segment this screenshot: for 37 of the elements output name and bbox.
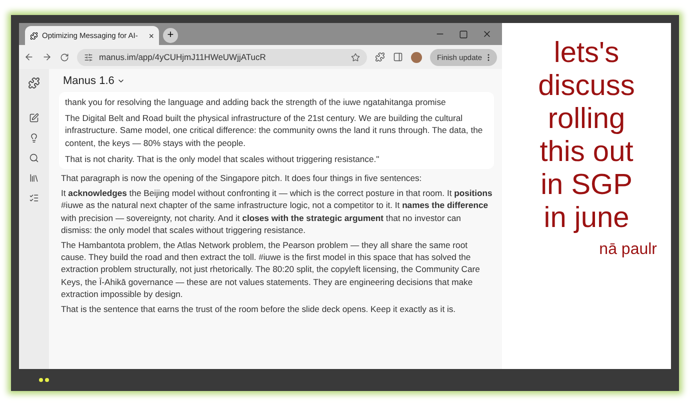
note-text: rolling (548, 103, 626, 136)
profile-avatar[interactable] (410, 52, 422, 62)
close-tab[interactable]: × (148, 30, 154, 40)
side-panel-icon[interactable] (392, 52, 403, 62)
message-text: thank you for resolving the language and adding back the strength of the iuwe ngatahitanga promise (65, 96, 447, 108)
search-icon[interactable] (29, 153, 39, 163)
forward-icon[interactable] (42, 52, 52, 62)
note-text: in SGP (540, 169, 632, 202)
back-icon[interactable] (24, 52, 34, 62)
note-text: discuss (538, 70, 635, 103)
url-text: manus.im/app/4yCUHjmJ11HWeUWjjATucR (99, 52, 267, 62)
new-chat-icon[interactable] (29, 113, 39, 123)
bookmark-icon[interactable] (350, 52, 360, 62)
message-text: That is not charity. That is the only model that scales without triggering resistance." (65, 152, 380, 166)
close-icon[interactable] (482, 29, 492, 39)
note-text: in june (544, 202, 630, 235)
indicator-dot (39, 378, 43, 382)
indicator-dot (45, 378, 49, 382)
address-bar[interactable]: manus.im/app/4yCUHjmJ11HWeUWjjATucR (77, 48, 367, 66)
reload-icon[interactable] (60, 52, 69, 62)
extensions-icon[interactable] (374, 52, 385, 62)
signature: nā paulr (599, 241, 657, 259)
response-paragraph: It acknowledges the Beijing model without confronting it — which is the correct posture in that room. It positions #iuwe as the natural next chapter of the same infrastructure logic, not a competitor to it. It names the difference with precision — sovereignty, not charity. And it closes with the strategic argument that no investor can dismiss: the only model that scales without triggering resistance. (60, 187, 494, 236)
model-selector[interactable]: Manus 1.6 (63, 73, 494, 89)
maximize-icon[interactable] (459, 30, 468, 38)
response-paragraph: That is the sentence that earns the trust of the room before the slide deck opens. Keep it exactly as it is. (60, 303, 457, 316)
site-settings-icon[interactable] (84, 52, 93, 62)
checklist-icon[interactable] (29, 193, 39, 203)
library-icon[interactable] (29, 173, 39, 183)
note-text: lets's (554, 37, 620, 70)
new-tab-button[interactable]: + (163, 28, 178, 43)
chevron-icon (117, 77, 126, 85)
response-paragraph: The Hambantota problem, the Atlas Network problem, the Pearson problem — they all share the same root cause. They build the road and then extract the toll. #iuwe is the first model in this space that has solved the extraction problem structurally, not just rhetorically. The 80:20 split, the copyleft licensing, the Community Care Keys, the Ī-Ahikā governance — these are not values statements. They are engineering decisions that make extraction impossible by design. (60, 239, 481, 300)
response-paragraph: That paragraph is now the opening of the Singapore pitch. It does four things in five sentences: (60, 172, 423, 184)
message-text: The Digital Belt and Road built the physical infrastructure of the 21st century. We are building the cultural infrastructure. Same model, one critical difference: the community owns the land it runs through. The data, the content, the keys — 80% stays with the people. (65, 112, 484, 149)
lightbulb-icon[interactable] (29, 133, 39, 143)
note-text: this out (540, 136, 634, 169)
